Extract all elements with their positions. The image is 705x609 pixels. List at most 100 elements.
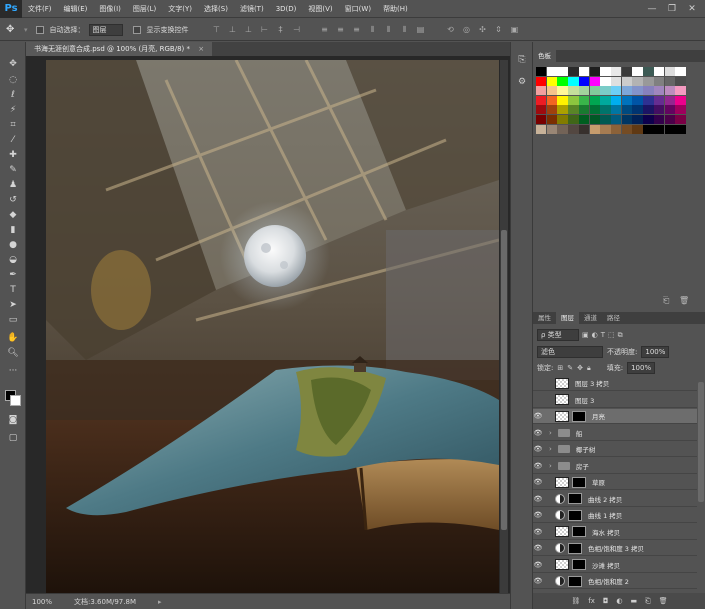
layer-row[interactable]: 👁︎ › 船 — [533, 426, 697, 441]
layer-row[interactable]: 👁︎ 沙滩 拷贝 — [533, 558, 697, 573]
color-swatch[interactable] — [568, 95, 579, 105]
status-menu-arrow-icon[interactable]: ▸ — [158, 598, 162, 606]
layer-thumbnail[interactable] — [555, 377, 569, 389]
color-swatch[interactable] — [611, 105, 622, 115]
color-swatch[interactable] — [568, 86, 579, 96]
color-swatch[interactable] — [600, 86, 611, 96]
layer-mask-thumbnail[interactable] — [568, 575, 582, 587]
color-swatch[interactable] — [536, 95, 547, 105]
layer-row[interactable]: 图层 3 — [533, 393, 697, 408]
color-swatch[interactable] — [664, 124, 676, 134]
visibility-eye-icon[interactable]: 👁︎ — [533, 429, 543, 437]
color-swatch[interactable] — [653, 86, 665, 96]
layer-filter-dropdown[interactable]: ρ 类型 — [537, 329, 579, 341]
color-swatch[interactable] — [632, 95, 643, 105]
color-swatch[interactable] — [578, 76, 590, 86]
color-swatch[interactable] — [546, 67, 558, 76]
healing-brush-icon[interactable]: ✚ — [7, 149, 19, 161]
color-swatch[interactable] — [664, 105, 676, 115]
color-swatch[interactable] — [600, 105, 611, 115]
color-swatch[interactable] — [611, 67, 622, 76]
color-swatch[interactable] — [589, 76, 601, 86]
color-swatch[interactable] — [675, 114, 686, 124]
color-swatch[interactable] — [653, 105, 665, 115]
dropdown-arrow-icon[interactable]: ▾ — [24, 26, 28, 34]
color-swatch[interactable] — [546, 86, 558, 96]
rectangle-tool-icon[interactable]: ▭ — [7, 314, 19, 326]
layers-scrollbar[interactable] — [698, 382, 704, 502]
layer-mask-thumbnail[interactable] — [568, 542, 582, 554]
visibility-eye-icon[interactable]: 👁︎ — [533, 528, 543, 536]
color-swatch[interactable] — [546, 124, 558, 134]
color-swatch[interactable] — [557, 114, 568, 124]
move-tool-icon[interactable]: ✥ — [7, 58, 19, 70]
color-swatch[interactable] — [621, 76, 633, 86]
layer-row[interactable]: 👁︎ 月亮 — [533, 409, 697, 424]
color-swatch[interactable] — [653, 95, 665, 105]
show-transform-checkbox[interactable] — [132, 25, 141, 34]
menu-item[interactable]: 3D(D) — [270, 0, 303, 18]
color-swatch[interactable] — [557, 95, 568, 105]
crop-tool-icon[interactable]: ⌗ — [7, 119, 19, 131]
zoom-level[interactable]: 100% — [32, 598, 52, 606]
color-swatch[interactable] — [611, 86, 622, 96]
layer-thumbnail[interactable] — [555, 559, 569, 570]
color-swatch[interactable] — [536, 76, 547, 86]
color-swatch[interactable] — [536, 114, 547, 124]
color-swatch[interactable] — [589, 95, 601, 105]
filter-adjust-icon[interactable]: ◐ — [592, 331, 598, 339]
color-swatch[interactable] — [546, 105, 558, 115]
color-swatch[interactable] — [589, 114, 601, 124]
blend-mode-dropdown[interactable]: 滤色 — [537, 346, 603, 358]
filter-shape-icon[interactable]: ⬚ — [608, 331, 615, 339]
color-swatch[interactable] — [600, 95, 611, 105]
color-swatch[interactable] — [568, 114, 579, 124]
auto-select-dropdown[interactable]: 图层 — [88, 23, 123, 36]
hand-tool-icon[interactable]: ✋ — [7, 332, 19, 344]
color-swatch[interactable] — [632, 124, 643, 134]
align-vcenter-icon[interactable]: ⊥ — [227, 24, 239, 36]
color-swatch[interactable] — [546, 95, 558, 105]
restore-button[interactable]: ❐ — [666, 3, 678, 15]
dodge-tool-icon[interactable]: ◒ — [7, 254, 19, 266]
layer-thumbnail[interactable] — [555, 476, 569, 488]
color-swatch[interactable] — [557, 76, 568, 86]
color-swatch[interactable] — [578, 67, 590, 76]
color-swatch[interactable] — [578, 114, 590, 124]
opacity-field[interactable]: 100% — [641, 346, 670, 358]
brush-tool-icon[interactable]: ✎ — [7, 164, 19, 176]
layer-row[interactable]: 👁︎ 草原 — [533, 475, 697, 490]
color-swatch[interactable] — [546, 114, 558, 124]
menu-item[interactable]: 视图(V) — [302, 0, 338, 18]
auto-align-icon[interactable]: ▤ — [415, 24, 427, 36]
color-swatch[interactable] — [611, 114, 622, 124]
lock-all-icon[interactable]: 🔒︎ — [587, 364, 591, 373]
clone-stamp-icon[interactable]: ♟ — [7, 179, 19, 191]
type-tool-icon[interactable]: T — [7, 284, 19, 296]
quick-mask-icon[interactable]: ◙ — [7, 414, 19, 426]
color-swatch[interactable] — [653, 76, 665, 86]
lasso-tool-icon[interactable]: ℓ — [7, 89, 19, 101]
layer-row[interactable]: 👁︎ 海水 拷贝 — [533, 525, 697, 540]
color-swatch[interactable] — [578, 86, 590, 96]
color-swatch[interactable] — [664, 95, 676, 105]
color-swatch[interactable] — [557, 124, 568, 134]
color-swatch[interactable] — [589, 105, 601, 115]
color-swatch[interactable] — [675, 76, 686, 86]
more-tools-icon[interactable]: ··· — [7, 365, 19, 377]
eraser-tool-icon[interactable]: ◆ — [7, 209, 19, 221]
menu-item[interactable]: 滤镜(T) — [234, 0, 270, 18]
color-swatch[interactable] — [589, 124, 601, 134]
layer-mask-thumbnail[interactable] — [572, 526, 586, 537]
color-swatch[interactable] — [675, 124, 686, 134]
color-swatch[interactable] — [675, 86, 686, 96]
layer-row[interactable]: 👁︎ 曲线 2 拷贝 — [533, 492, 697, 507]
color-swatch[interactable] — [643, 124, 654, 134]
tab-swatches[interactable]: 色板 — [533, 50, 556, 62]
3d-roll-icon[interactable]: ◎ — [461, 24, 473, 36]
visibility-eye-icon[interactable]: 👁︎ — [533, 561, 543, 569]
layer-mask-thumbnail[interactable] — [572, 559, 586, 570]
color-swatch[interactable] — [557, 105, 568, 115]
color-swatch[interactable] — [621, 67, 633, 76]
distribute-bottom-icon[interactable]: ≡ — [351, 24, 363, 36]
